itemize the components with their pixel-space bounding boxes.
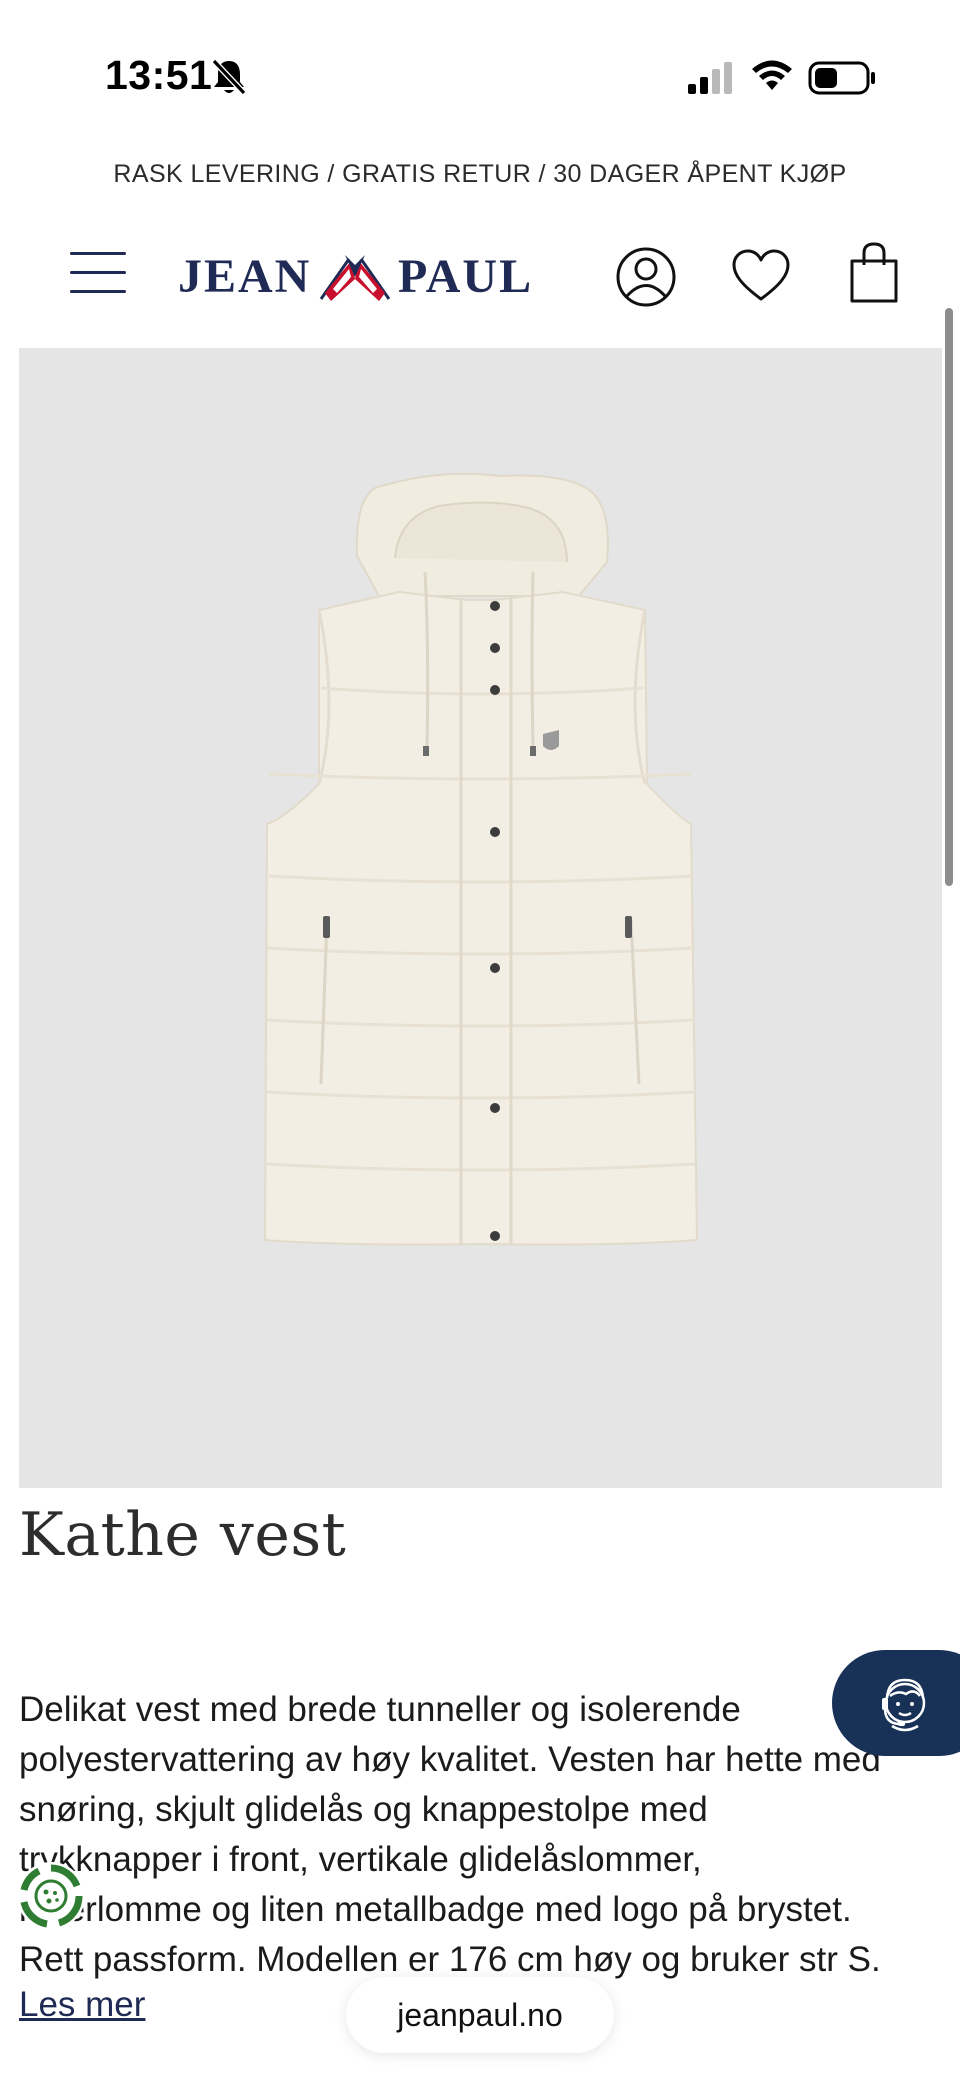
account-icon[interactable] bbox=[614, 245, 678, 309]
brand-logo[interactable]: JEAN PAUL bbox=[178, 241, 538, 311]
cookie-consent-button[interactable] bbox=[17, 1862, 85, 1930]
product-page: 13:51 RASK LEVERING / GRATIS RETUR / 30 … bbox=[0, 0, 960, 2087]
flags-emblem-icon bbox=[319, 255, 391, 301]
battery-icon bbox=[808, 61, 875, 95]
status-bar: 13:51 bbox=[0, 0, 960, 120]
cookie-consent-icon bbox=[20, 1864, 83, 1928]
shopping-bag-icon[interactable] bbox=[846, 241, 902, 305]
site-header: JEAN PAUL bbox=[0, 235, 960, 330]
support-agent-icon bbox=[882, 1678, 926, 1732]
bell-muted-icon bbox=[211, 58, 247, 96]
product-image[interactable] bbox=[19, 348, 942, 1488]
description-line: trykknapper i front, vertikale glidelåsl… bbox=[19, 1840, 702, 1879]
browser-url-pill[interactable]: jeanpaul.no bbox=[346, 1977, 614, 2053]
description-line: polyestervattering av høy kvalitet. Vest… bbox=[19, 1740, 881, 1779]
description-line: Delikat vest med brede tunneller og isol… bbox=[19, 1690, 741, 1729]
logo-text-left: JEAN bbox=[178, 250, 312, 303]
logo-text-right: PAUL bbox=[398, 250, 534, 303]
vest-illustration bbox=[263, 472, 699, 1246]
heart-icon[interactable] bbox=[730, 247, 792, 305]
product-title: Kathe vest bbox=[19, 1500, 347, 1570]
product-description: Delikat vest med brede tunneller og isol… bbox=[19, 1685, 934, 1985]
support-chat-button[interactable] bbox=[832, 1650, 960, 1756]
wifi-icon bbox=[752, 60, 792, 90]
status-time: 13:51 bbox=[105, 52, 213, 98]
scrollbar-thumb[interactable] bbox=[945, 308, 953, 886]
read-more-link[interactable]: Les mer bbox=[19, 1985, 145, 2025]
menu-icon[interactable] bbox=[70, 250, 126, 296]
cellular-signal-icon bbox=[688, 62, 732, 94]
promo-banner: RASK LEVERING / GRATIS RETUR / 30 DAGER … bbox=[113, 160, 847, 188]
description-line: innerlomme og liten metallbadge med logo… bbox=[19, 1890, 852, 1929]
description-line: snøring, skjult glidelås og knappestolpe… bbox=[19, 1790, 708, 1829]
